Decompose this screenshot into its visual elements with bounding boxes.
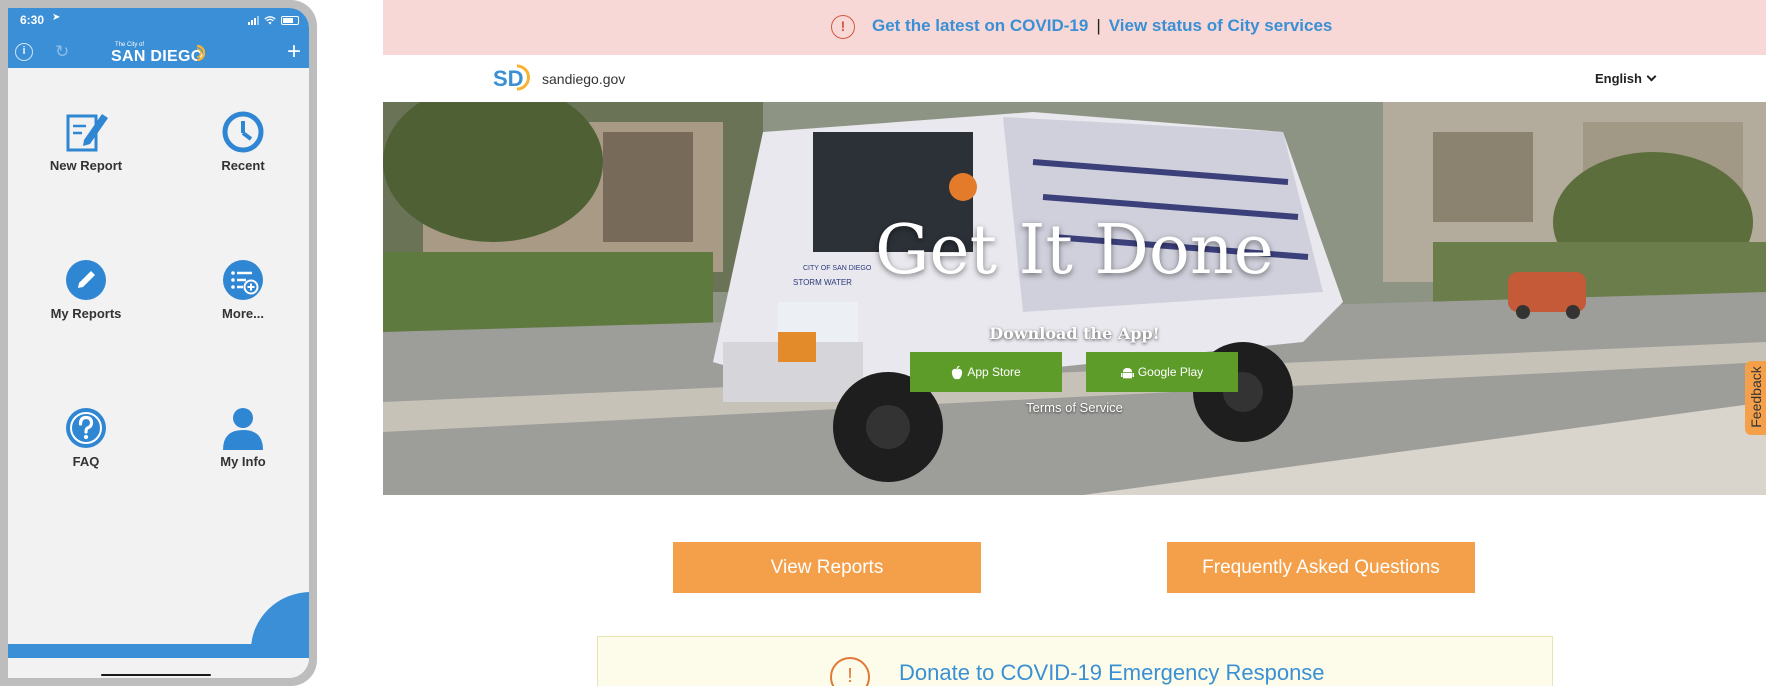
battery-icon [281, 15, 299, 25]
menu-more-label: More... [222, 306, 264, 321]
status-time: 6:30 [20, 13, 45, 27]
apple-icon [952, 365, 963, 380]
location-arrow-icon: ➤ [52, 12, 61, 23]
signal-icon [248, 15, 259, 25]
covid-link[interactable]: Get the latest on COVID-19 [872, 16, 1088, 35]
sd-logo[interactable]: SD [493, 62, 531, 92]
google-play-button[interactable]: Google Play [1086, 352, 1238, 392]
language-label: English [1595, 71, 1642, 86]
phone-frame: 6:30 ➤ i ↻ The City of SAN DIEGO + New R… [0, 0, 317, 686]
menu-new-report-label: New Report [49, 158, 123, 173]
info-icon[interactable]: i [15, 43, 33, 61]
street-sweeper-image: CITY OF SAN DIEGO STORM WATER [383, 102, 1766, 495]
status-icons [248, 15, 299, 25]
home-indicator[interactable] [101, 674, 211, 676]
phone-screen: 6:30 ➤ i ↻ The City of SAN DIEGO + New R… [8, 8, 309, 678]
wifi-icon [264, 15, 276, 24]
pencil-circle-icon [66, 260, 106, 300]
hero-title: Get It Done [875, 211, 1274, 290]
view-reports-button[interactable]: View Reports [673, 542, 981, 593]
menu-faq-label: FAQ [72, 454, 100, 469]
language-select[interactable]: English [1595, 71, 1657, 86]
user-icon [223, 408, 263, 450]
chevron-down-icon [1646, 71, 1657, 82]
new-report-icon [66, 114, 108, 152]
menu-more[interactable]: More... [183, 258, 303, 321]
google-play-label: Google Play [1137, 365, 1204, 379]
sd-logo-text: SD [493, 66, 524, 91]
hero-subtitle: Download the App! [989, 324, 1160, 343]
menu-recent[interactable]: Recent [183, 110, 303, 173]
terms-of-service-link[interactable]: Terms of Service [383, 400, 1766, 415]
sun-logo-icon [196, 45, 205, 61]
banner-separator: | [1096, 16, 1101, 35]
menu-faq[interactable]: FAQ [26, 406, 146, 469]
menu-my-info[interactable]: My Info [183, 406, 303, 469]
alert-icon: ! [830, 657, 870, 686]
refresh-icon[interactable]: ↻ [55, 43, 69, 61]
question-circle-icon [66, 408, 106, 448]
services-link[interactable]: View status of City services [1109, 16, 1333, 35]
menu-my-reports[interactable]: My Reports [26, 258, 146, 321]
hero-banner: CITY OF SAN DIEGO STORM WATER Get It Don… [383, 102, 1766, 495]
menu-recent-label: Recent [221, 158, 265, 173]
app-bar: i ↻ The City of SAN DIEGO + [8, 38, 309, 68]
donate-banner: ! Donate to COVID-19 Emergency Response [597, 636, 1553, 686]
add-icon[interactable]: + [287, 40, 301, 64]
phone-bottom-bar [8, 644, 309, 658]
feedback-tab[interactable]: Feedback [1745, 361, 1766, 435]
app-logo: The City of SAN DIEGO [111, 42, 207, 66]
donate-link[interactable]: Donate to COVID-19 Emergency Response [899, 660, 1325, 686]
status-bar: 6:30 ➤ [8, 8, 309, 38]
site-name[interactable]: sandiego.gov [542, 71, 625, 87]
list-add-icon [223, 260, 263, 300]
clock-icon [222, 111, 264, 153]
menu-my-info-label: My Info [220, 454, 266, 469]
menu-my-reports-label: My Reports [50, 306, 122, 321]
app-store-button[interactable]: App Store [910, 352, 1062, 392]
covid-links: Get the latest on COVID-19 | View status o… [872, 16, 1332, 36]
android-icon [1120, 367, 1134, 379]
app-store-label: App Store [967, 365, 1021, 379]
faq-button[interactable]: Frequently Asked Questions [1167, 542, 1475, 593]
menu-new-report[interactable]: New Report [26, 110, 146, 173]
alert-icon: ! [831, 15, 855, 39]
feedback-label: Feedback [1748, 366, 1764, 428]
